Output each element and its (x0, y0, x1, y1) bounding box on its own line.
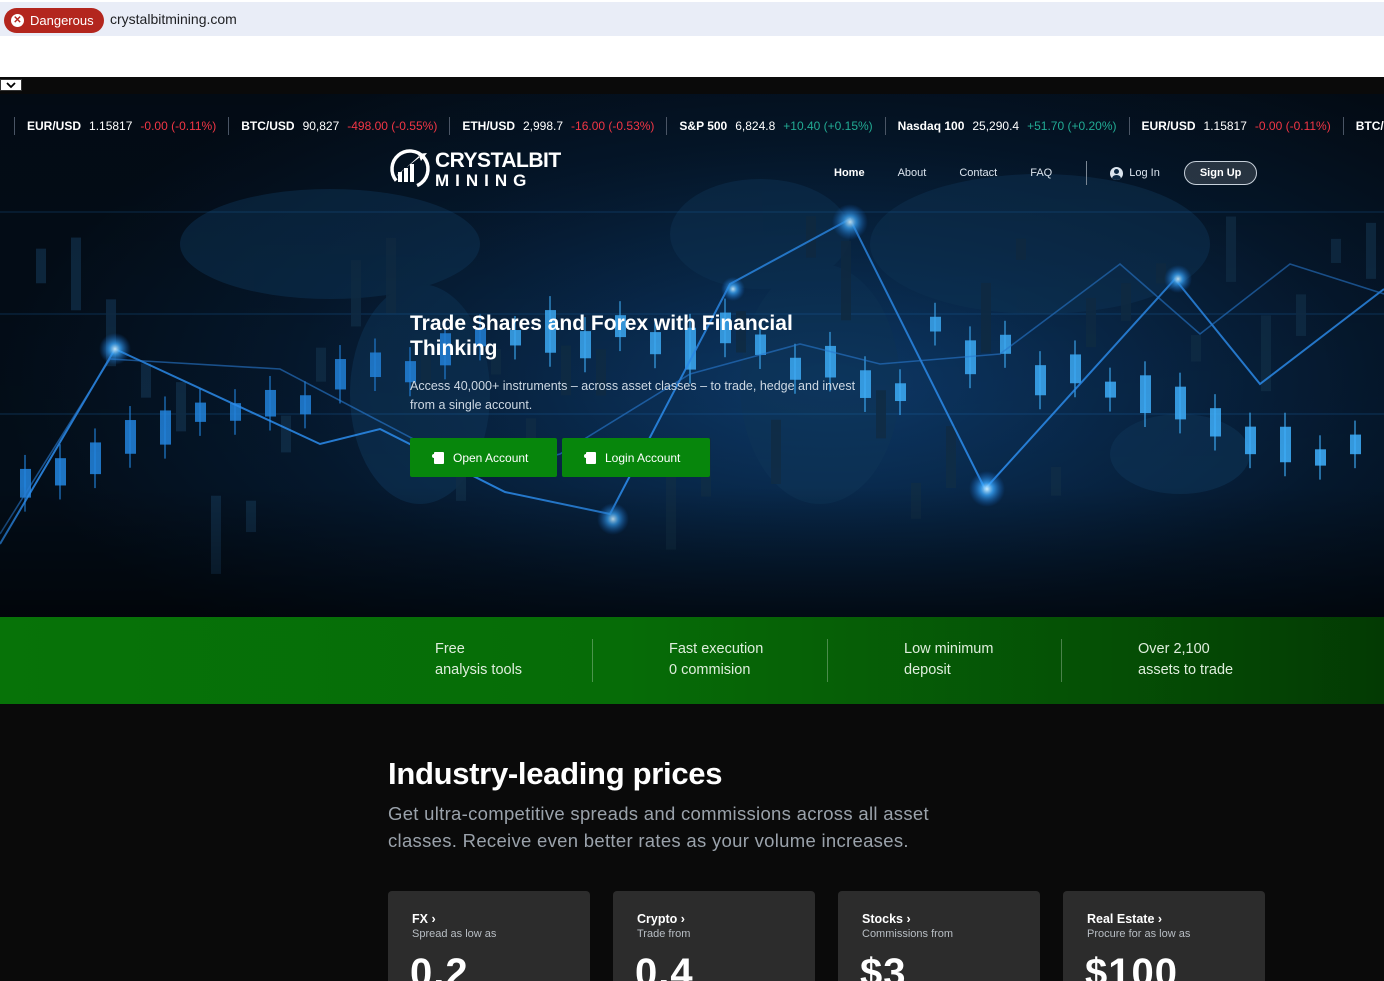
pricing-subtitle: Get ultra-competitive spreads and commis… (388, 803, 929, 851)
card-label: Spread as low as (412, 928, 497, 940)
nav-faq[interactable]: FAQ (1030, 167, 1052, 179)
login-account-label: Login Account (605, 450, 681, 465)
card-label: Commissions from (862, 928, 954, 940)
dropdown-toggle[interactable] (0, 79, 22, 91)
pricing-title: Industry-leading prices (388, 756, 723, 791)
logo-line-1: CRYSTALBIT (435, 148, 561, 172)
feature-item: Fast execution 0 commision (669, 639, 763, 681)
ticker-change: +51.70 (+0.20%) (1027, 119, 1117, 133)
pricing-card-stocks[interactable]: Stocks › Commissions from $3 (838, 891, 1040, 981)
ticker-price: 6,824.8 (735, 119, 776, 133)
url-text[interactable]: crystalbitmining.com (110, 11, 237, 27)
hero-section: EUR/USD 1.15817 -0.00 (-0.11%) BTC/USD 90,82… (0, 94, 1384, 617)
feature-line-2: deposit (904, 662, 951, 678)
ticker-change: -0.00 (-0.11%) (140, 119, 217, 133)
main-nav: Home About Contact FAQ Log In Sign Up (834, 161, 1258, 185)
web-page: EUR/USD 1.15817 -0.00 (-0.11%) BTC/USD 90,82… (0, 77, 1384, 981)
ticker-price: 1.15817 (1203, 119, 1247, 133)
feature-item: Over 2,100 assets to trade (1138, 639, 1233, 681)
feature-line-1: Fast execution (669, 641, 764, 657)
ticker-symbol: ETH/USD (462, 119, 515, 133)
card-label: Procure for as low as (1087, 928, 1191, 940)
security-warning-badge[interactable]: ✕ Dangerous (4, 8, 104, 33)
ticker-symbol: BTC/USD (241, 119, 295, 133)
features-band: Free analysis tools Fast execution 0 com… (0, 617, 1384, 704)
ticker-item[interactable]: BTC/USD (1344, 117, 1384, 135)
logo-wordmark: CRYSTALBIT MINING (435, 150, 561, 189)
signup-button[interactable]: Sign Up (1183, 161, 1258, 185)
feature-divider (592, 639, 593, 682)
feature-item: Free analysis tools (435, 639, 522, 681)
login-link[interactable]: Log In (1110, 166, 1160, 180)
ticker-change: -16.00 (-0.53%) (571, 119, 655, 133)
pricing-card-real-estate[interactable]: Real Estate › Procure for as low as $100 (1063, 891, 1265, 981)
pricing-card-fx[interactable]: FX › Spread as low as 0.2 (388, 891, 590, 981)
nav-contact[interactable]: Contact (959, 167, 997, 179)
ticker-change: -498.00 (-0.55%) (347, 119, 438, 133)
feature-divider (1061, 639, 1062, 682)
user-icon (1110, 166, 1124, 180)
login-label: Log In (1129, 167, 1160, 179)
card-value: 0.4 (635, 951, 694, 981)
card-value: 0.2 (410, 951, 469, 981)
card-value: $100 (1085, 951, 1178, 981)
ticker-item[interactable]: BTC/USD 90,827 -498.00 (-0.55%) (229, 117, 451, 135)
hero-subtitle: Access 40,000+ instruments – across asse… (410, 379, 856, 412)
feature-item: Low minimum deposit (904, 639, 993, 681)
ticker-price: 90,827 (302, 119, 340, 133)
chevron-down-icon (6, 81, 16, 88)
market-ticker: EUR/USD 1.15817 -0.00 (-0.11%) BTC/USD 90,82… (0, 112, 1384, 140)
card-title[interactable]: Crypto › (637, 912, 685, 926)
ticker-item[interactable]: EUR/USD 1.15817 -0.00 (-0.11%) (14, 117, 230, 135)
security-label: Dangerous (30, 13, 94, 28)
ticker-price: 25,290.4 (972, 119, 1020, 133)
document-icon (584, 451, 597, 464)
hero-title: Trade Shares and Forex with Financial Th… (410, 312, 793, 360)
feature-divider (827, 639, 828, 682)
feature-line-2: 0 commision (669, 662, 751, 678)
close-circle-icon: ✕ (11, 14, 24, 27)
document-icon (432, 451, 445, 464)
card-label: Trade from (637, 928, 691, 940)
ticker-price: 2,998.7 (522, 119, 564, 133)
ticker-item[interactable]: Nasdaq 100 25,290.4 +51.70 (+0.20%) (886, 117, 1130, 135)
ticker-symbol: S&P 500 (679, 119, 728, 133)
open-account-label: Open Account (453, 450, 529, 465)
logo-icon (390, 149, 430, 189)
card-title[interactable]: FX › (412, 912, 436, 926)
logo-line-2: MINING (435, 170, 533, 190)
ticker-item[interactable]: ETH/USD 2,998.7 -16.00 (-0.53%) (450, 117, 668, 135)
address-bar[interactable]: ✕ Dangerous crystalbitmining.com (0, 2, 1384, 36)
ticker-symbol: EUR/USD (1141, 119, 1196, 133)
login-account-button[interactable]: Login Account (562, 438, 710, 477)
site-logo[interactable]: CRYSTALBIT MINING (389, 148, 561, 190)
nav-home[interactable]: Home (834, 167, 865, 179)
card-title[interactable]: Stocks › (862, 912, 911, 926)
ticker-symbol: EUR/USD (27, 119, 82, 133)
ticker-item[interactable]: EUR/USD 1.15817 -0.00 (-0.11%) (1130, 117, 1344, 135)
feature-line-1: Low minimum (904, 641, 994, 657)
browser-toolbar: ✕ Dangerous crystalbitmining.com (0, 0, 1384, 77)
ticker-price: 1.15817 (89, 119, 133, 133)
ticker-change: +10.40 (+0.15%) (783, 119, 873, 133)
ticker-symbol: BTC/USD (1355, 119, 1384, 133)
ticker-item[interactable]: S&P 500 6,824.8 +10.40 (+0.15%) (667, 117, 886, 135)
hero-cta-group: Open Account Login Account (410, 438, 710, 477)
nav-about[interactable]: About (898, 167, 927, 179)
feature-line-1: Free (435, 641, 465, 657)
pricing-card-crypto[interactable]: Crypto › Trade from 0.4 (613, 891, 815, 981)
nav-divider (1086, 161, 1088, 185)
open-account-button[interactable]: Open Account (410, 438, 557, 477)
card-value: $3 (860, 951, 907, 981)
feature-line-1: Over 2,100 (1138, 641, 1210, 657)
ticker-change: -0.00 (-0.11%) (1254, 119, 1331, 133)
card-title[interactable]: Real Estate › (1087, 912, 1162, 926)
ticker-symbol: Nasdaq 100 (897, 119, 965, 133)
feature-line-2: analysis tools (435, 662, 523, 678)
feature-line-2: assets to trade (1138, 662, 1234, 678)
